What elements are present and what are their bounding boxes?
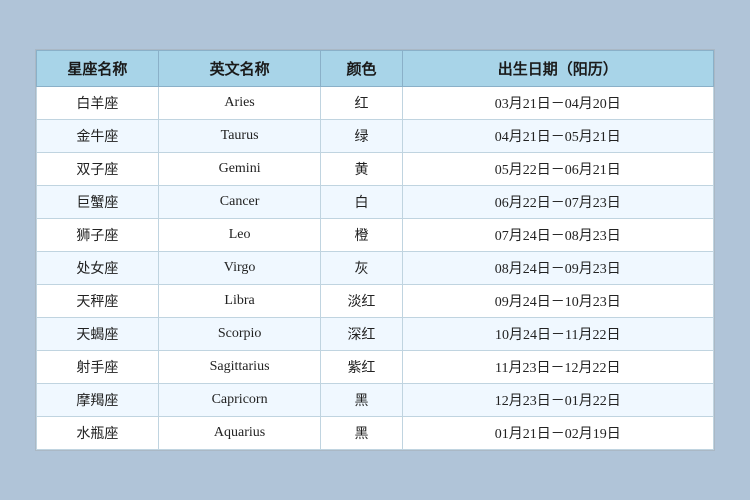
cell-cn: 摩羯座 (37, 384, 159, 417)
cell-cn: 天秤座 (37, 285, 159, 318)
cell-cn: 白羊座 (37, 87, 159, 120)
cell-color: 黑 (321, 417, 402, 450)
cell-color: 深红 (321, 318, 402, 351)
cell-color: 红 (321, 87, 402, 120)
cell-en: Leo (158, 219, 320, 252)
cell-cn: 双子座 (37, 153, 159, 186)
cell-en: Aries (158, 87, 320, 120)
table-row: 白羊座Aries红03月21日－04月20日 (37, 87, 714, 120)
header-date: 出生日期（阳历） (402, 51, 713, 87)
table-row: 射手座Sagittarius紫红11月23日－12月22日 (37, 351, 714, 384)
cell-en: Scorpio (158, 318, 320, 351)
cell-en: Virgo (158, 252, 320, 285)
zodiac-table: 星座名称 英文名称 颜色 出生日期（阳历） 白羊座Aries红03月21日－04… (36, 50, 714, 450)
cell-date: 09月24日－10月23日 (402, 285, 713, 318)
cell-en: Capricorn (158, 384, 320, 417)
cell-en: Aquarius (158, 417, 320, 450)
cell-en: Cancer (158, 186, 320, 219)
cell-en: Taurus (158, 120, 320, 153)
cell-date: 10月24日－11月22日 (402, 318, 713, 351)
cell-cn: 金牛座 (37, 120, 159, 153)
table-row: 天蝎座Scorpio深红10月24日－11月22日 (37, 318, 714, 351)
header-cn: 星座名称 (37, 51, 159, 87)
cell-en: Libra (158, 285, 320, 318)
table-row: 金牛座Taurus绿04月21日－05月21日 (37, 120, 714, 153)
header-en: 英文名称 (158, 51, 320, 87)
table-row: 双子座Gemini黄05月22日－06月21日 (37, 153, 714, 186)
table-row: 处女座Virgo灰08月24日－09月23日 (37, 252, 714, 285)
cell-en: Gemini (158, 153, 320, 186)
cell-date: 07月24日－08月23日 (402, 219, 713, 252)
cell-date: 11月23日－12月22日 (402, 351, 713, 384)
table-row: 巨蟹座Cancer白06月22日－07月23日 (37, 186, 714, 219)
table-row: 摩羯座Capricorn黑12月23日－01月22日 (37, 384, 714, 417)
table-body: 白羊座Aries红03月21日－04月20日金牛座Taurus绿04月21日－0… (37, 87, 714, 450)
cell-cn: 水瓶座 (37, 417, 159, 450)
cell-date: 05月22日－06月21日 (402, 153, 713, 186)
zodiac-table-container: 星座名称 英文名称 颜色 出生日期（阳历） 白羊座Aries红03月21日－04… (35, 49, 715, 451)
header-color: 颜色 (321, 51, 402, 87)
cell-date: 01月21日－02月19日 (402, 417, 713, 450)
cell-color: 灰 (321, 252, 402, 285)
cell-color: 淡红 (321, 285, 402, 318)
cell-cn: 狮子座 (37, 219, 159, 252)
cell-color: 黄 (321, 153, 402, 186)
cell-color: 紫红 (321, 351, 402, 384)
cell-color: 黑 (321, 384, 402, 417)
cell-cn: 天蝎座 (37, 318, 159, 351)
cell-date: 03月21日－04月20日 (402, 87, 713, 120)
cell-color: 白 (321, 186, 402, 219)
table-row: 水瓶座Aquarius黑01月21日－02月19日 (37, 417, 714, 450)
table-row: 天秤座Libra淡红09月24日－10月23日 (37, 285, 714, 318)
table-header-row: 星座名称 英文名称 颜色 出生日期（阳历） (37, 51, 714, 87)
cell-date: 06月22日－07月23日 (402, 186, 713, 219)
cell-date: 08月24日－09月23日 (402, 252, 713, 285)
table-row: 狮子座Leo橙07月24日－08月23日 (37, 219, 714, 252)
cell-date: 12月23日－01月22日 (402, 384, 713, 417)
cell-cn: 射手座 (37, 351, 159, 384)
cell-color: 橙 (321, 219, 402, 252)
cell-cn: 处女座 (37, 252, 159, 285)
cell-color: 绿 (321, 120, 402, 153)
cell-en: Sagittarius (158, 351, 320, 384)
cell-cn: 巨蟹座 (37, 186, 159, 219)
cell-date: 04月21日－05月21日 (402, 120, 713, 153)
